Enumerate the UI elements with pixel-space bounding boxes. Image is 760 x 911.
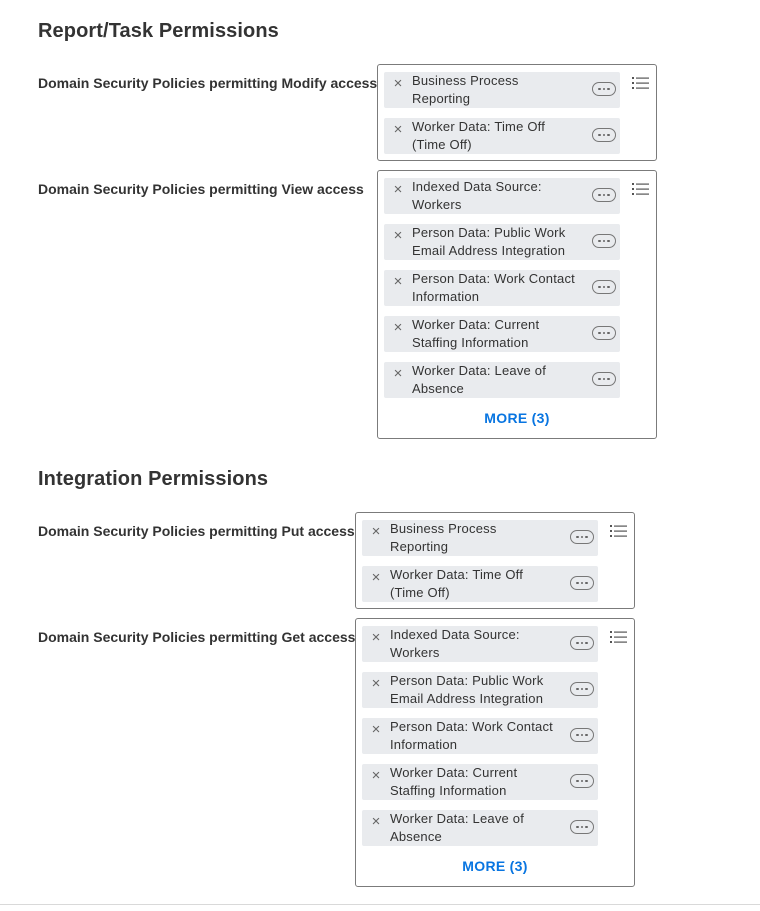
list-icon[interactable] xyxy=(610,629,628,645)
selected-item-label: Business Process Reporting xyxy=(390,521,497,554)
close-icon[interactable]: × xyxy=(370,630,382,645)
selected-item[interactable]: × Indexed Data Source: Workers xyxy=(384,178,620,214)
multiselect-put-access[interactable]: × Business Process Reporting × Worker Dat… xyxy=(355,512,635,609)
ellipsis-icon[interactable] xyxy=(570,682,594,696)
field-label-get-access: Domain Security Policies permitting Get … xyxy=(38,629,356,645)
section-title-integration: Integration Permissions xyxy=(38,468,269,490)
close-icon[interactable]: × xyxy=(392,274,404,289)
selected-item-label: Person Data: Public Work Email Address In… xyxy=(412,225,566,258)
selected-item-label: Business Process Reporting xyxy=(412,73,519,106)
list-icon[interactable] xyxy=(610,523,628,539)
ellipsis-icon[interactable] xyxy=(592,372,616,386)
ellipsis-icon[interactable] xyxy=(570,530,594,544)
ellipsis-icon[interactable] xyxy=(592,188,616,202)
ellipsis-icon[interactable] xyxy=(570,728,594,742)
selected-item[interactable]: × Worker Data: Current Staffing Informati… xyxy=(384,316,620,352)
close-icon[interactable]: × xyxy=(392,76,404,91)
close-icon[interactable]: × xyxy=(392,182,404,197)
selected-item-label: Worker Data: Time Off (Time Off) xyxy=(390,567,524,600)
selected-item-label: Person Data: Work Contact Information xyxy=(390,719,553,752)
field-label-modify-access: Domain Security Policies permitting Modi… xyxy=(38,75,378,91)
selected-item[interactable]: × Person Data: Work Contact Information xyxy=(362,718,598,754)
ellipsis-icon[interactable] xyxy=(570,774,594,788)
close-icon[interactable]: × xyxy=(370,814,382,829)
selected-item[interactable]: × Business Process Reporting xyxy=(362,520,598,556)
selected-item-label: Indexed Data Source: Workers xyxy=(390,627,520,660)
ellipsis-icon[interactable] xyxy=(592,326,616,340)
selected-item[interactable]: × Worker Data: Current Staffing Informati… xyxy=(362,764,598,800)
bottom-divider xyxy=(0,904,760,905)
field-label-view-access: Domain Security Policies permitting View… xyxy=(38,181,364,197)
ellipsis-icon[interactable] xyxy=(592,234,616,248)
ellipsis-icon[interactable] xyxy=(570,820,594,834)
selected-item[interactable]: × Indexed Data Source: Workers xyxy=(362,626,598,662)
multiselect-view-access[interactable]: × Indexed Data Source: Workers × Person D… xyxy=(377,170,657,439)
close-icon[interactable]: × xyxy=(392,122,404,137)
selected-item[interactable]: × Worker Data: Time Off (Time Off) xyxy=(384,118,620,154)
selected-item-label: Worker Data: Leave of Absence xyxy=(412,363,547,396)
close-icon[interactable]: × xyxy=(392,228,404,243)
selected-item[interactable]: × Worker Data: Leave of Absence xyxy=(362,810,598,846)
selected-item-label: Worker Data: Leave of Absence xyxy=(390,811,525,844)
more-link[interactable]: MORE (3) xyxy=(378,410,656,426)
selected-item[interactable]: × Worker Data: Leave of Absence xyxy=(384,362,620,398)
section-title-report-task: Report/Task Permissions xyxy=(38,20,279,42)
ellipsis-icon[interactable] xyxy=(592,82,616,96)
close-icon[interactable]: × xyxy=(370,524,382,539)
close-icon[interactable]: × xyxy=(392,366,404,381)
ellipsis-icon[interactable] xyxy=(570,636,594,650)
selected-item[interactable]: × Worker Data: Time Off (Time Off) xyxy=(362,566,598,602)
list-icon[interactable] xyxy=(632,75,650,91)
close-icon[interactable]: × xyxy=(370,768,382,783)
multiselect-modify-access[interactable]: × Business Process Reporting × Worker Dat… xyxy=(377,64,657,161)
multiselect-get-access[interactable]: × Indexed Data Source: Workers × Person D… xyxy=(355,618,635,887)
selected-item[interactable]: × Business Process Reporting xyxy=(384,72,620,108)
selected-item-label: Worker Data: Current Staffing Information xyxy=(390,765,518,798)
close-icon[interactable]: × xyxy=(392,320,404,335)
selected-item-label: Person Data: Work Contact Information xyxy=(412,271,575,304)
selected-item[interactable]: × Person Data: Public Work Email Address … xyxy=(384,224,620,260)
more-link[interactable]: MORE (3) xyxy=(356,858,634,874)
ellipsis-icon[interactable] xyxy=(592,128,616,142)
selected-item-label: Indexed Data Source: Workers xyxy=(412,179,542,212)
list-icon[interactable] xyxy=(632,181,650,197)
ellipsis-icon[interactable] xyxy=(592,280,616,294)
close-icon[interactable]: × xyxy=(370,722,382,737)
close-icon[interactable]: × xyxy=(370,676,382,691)
ellipsis-icon[interactable] xyxy=(570,576,594,590)
field-label-put-access: Domain Security Policies permitting Put … xyxy=(38,523,355,539)
selected-item[interactable]: × Person Data: Public Work Email Address … xyxy=(362,672,598,708)
selected-item-label: Person Data: Public Work Email Address In… xyxy=(390,673,544,706)
selected-item[interactable]: × Person Data: Work Contact Information xyxy=(384,270,620,306)
selected-item-label: Worker Data: Time Off (Time Off) xyxy=(412,119,546,152)
selected-item-label: Worker Data: Current Staffing Information xyxy=(412,317,540,350)
close-icon[interactable]: × xyxy=(370,570,382,585)
